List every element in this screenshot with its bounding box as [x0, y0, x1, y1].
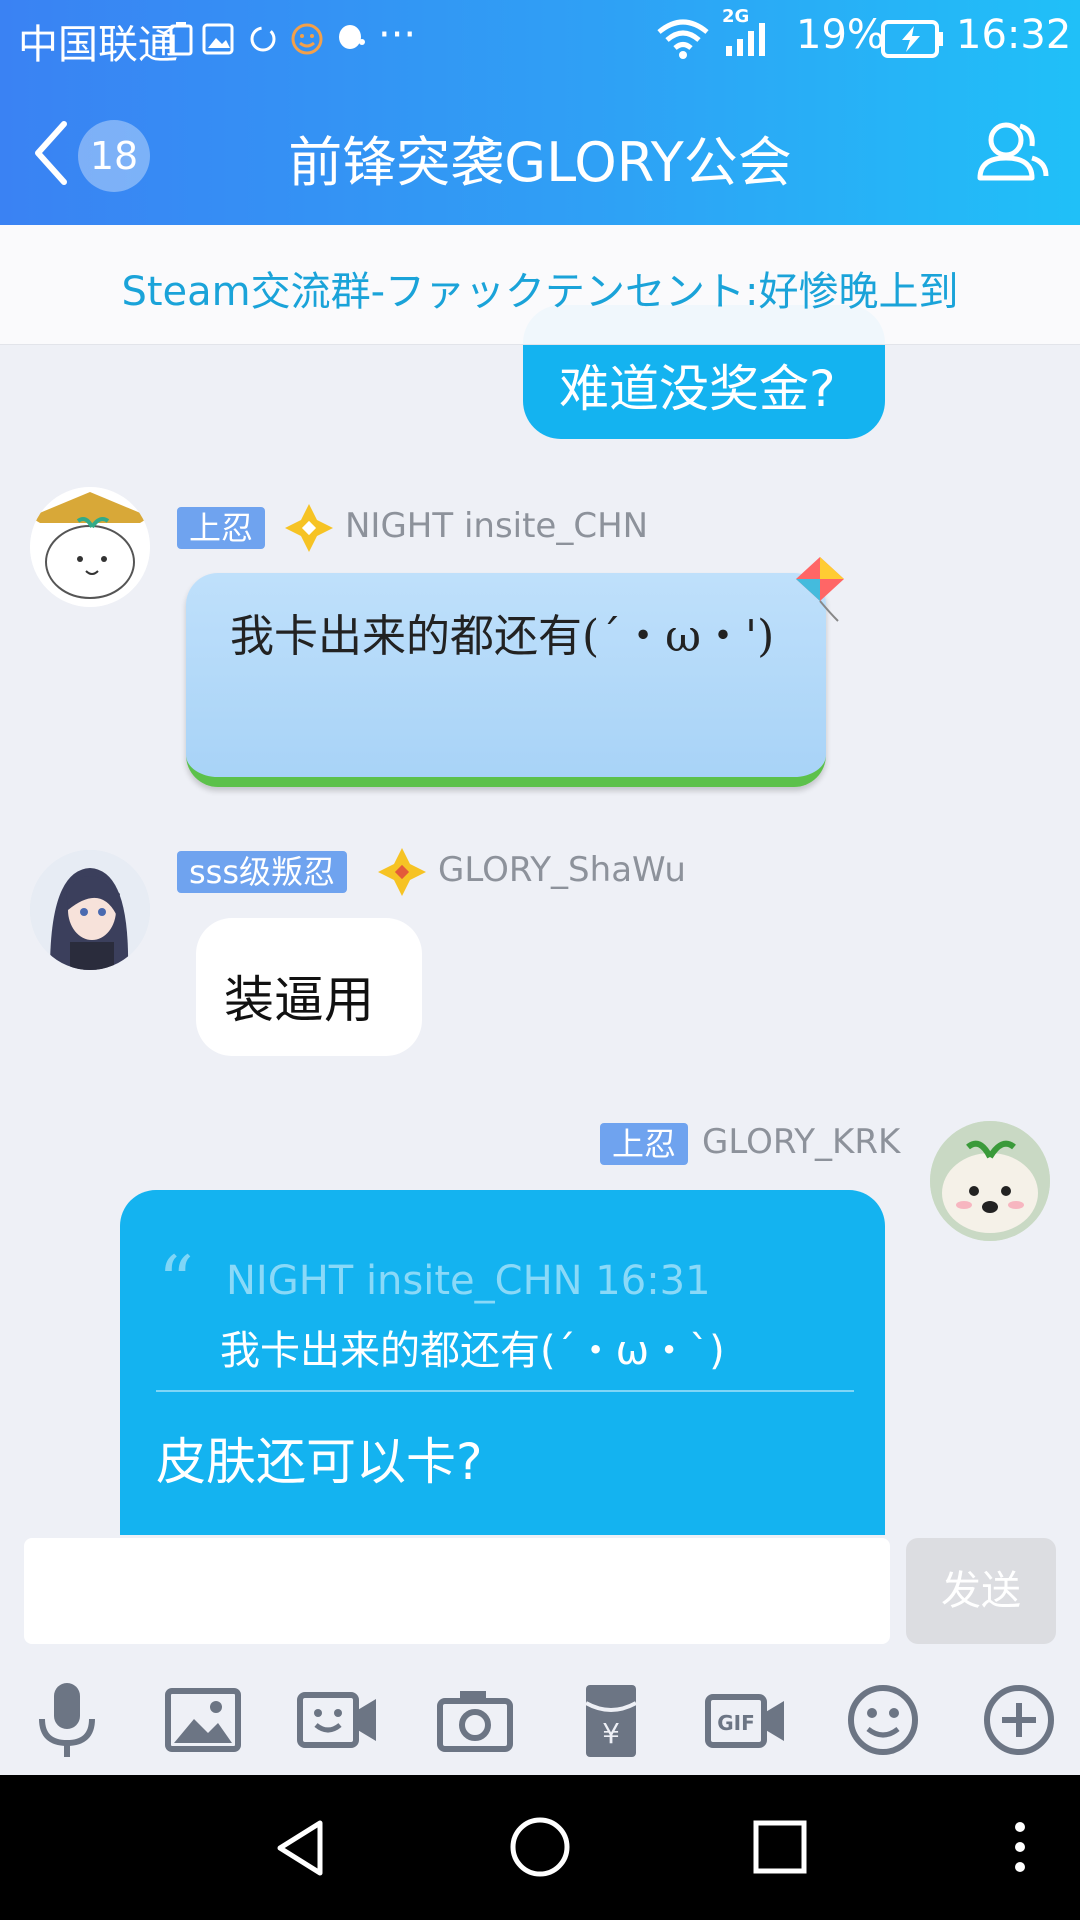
svg-text:¥: ¥ — [602, 1717, 620, 1750]
message-bubble[interactable]: 装逼用 — [196, 918, 422, 1056]
level-diamond-icon — [378, 848, 426, 896]
quote-divider — [156, 1390, 854, 1392]
notice-text: Steam交流群-ファックテンセント:好惨晚上到 — [121, 269, 959, 315]
nav-menu-icon[interactable] — [1010, 1817, 1030, 1877]
svg-text:GIF: GIF — [717, 1711, 755, 1735]
avatar[interactable] — [30, 850, 150, 970]
sender-name[interactable]: GLORY_ShaWu — [438, 850, 686, 890]
system-navigation-bar — [0, 1775, 1080, 1920]
chat-area[interactable]: 难道没奖金? 上忍 NIGHT insite_CHN 我卡出来的都还有(´・ω・… — [0, 225, 1080, 1535]
send-button[interactable]: 发送 — [906, 1538, 1056, 1644]
quote-author: NIGHT insite_CHN 16:31 — [226, 1258, 711, 1304]
sender-name[interactable]: GLORY_KRK — [702, 1122, 900, 1162]
message-bubble[interactable]: 我卡出来的都还有(´・ω・') — [186, 573, 826, 787]
message-text: 装逼用 — [224, 971, 374, 1029]
message-text: 我卡出来的都还有(´・ω・') — [230, 611, 775, 662]
carrier-label: 中国联通 — [18, 22, 178, 68]
message-input[interactable] — [24, 1538, 890, 1644]
quote-text: 我卡出来的都还有(´・ω・`) — [220, 1328, 725, 1374]
message-text: 难道没奖金? — [559, 360, 836, 418]
microphone-icon[interactable] — [22, 1675, 112, 1765]
member-title-tag: sss级叛忍 — [177, 851, 348, 893]
page-title: 前锋突袭GLORY公会 — [288, 131, 792, 194]
message-text: 皮肤还可以卡? — [156, 1433, 483, 1491]
qq-icon — [339, 25, 365, 49]
nav-recents-icon[interactable] — [750, 1817, 810, 1877]
avatar[interactable] — [930, 1121, 1050, 1241]
face-app-icon — [291, 23, 323, 55]
wifi-icon — [657, 19, 709, 59]
gallery-icon — [202, 23, 234, 55]
signal-icon — [726, 23, 765, 56]
group-members-icon[interactable] — [972, 112, 1052, 192]
plus-icon[interactable] — [974, 1675, 1064, 1765]
video-call-icon[interactable] — [294, 1675, 384, 1765]
message-bubble[interactable]: “ NIGHT insite_CHN 16:31 我卡出来的都还有(´・ω・`)… — [120, 1190, 885, 1535]
nav-back-icon[interactable] — [270, 1817, 330, 1879]
navbar: 18 前锋突袭GLORY公会 — [0, 80, 1080, 225]
status-bar: 中国联通 ··· 2G 19% 16:32 — [0, 0, 1080, 80]
battery-charging-icon — [881, 20, 943, 58]
level-diamond-icon — [285, 504, 333, 552]
quote-mark-icon: “ — [158, 1241, 194, 1323]
member-title-tag: 上忍 — [600, 1123, 689, 1165]
input-area: 发送 ¥ GIF — [0, 1535, 1080, 1775]
nav-home-icon[interactable] — [508, 1815, 572, 1879]
sync-icon — [250, 26, 276, 52]
avatar[interactable] — [30, 487, 150, 607]
clock: 16:32 — [956, 12, 1072, 58]
battery-percent: 19% — [796, 12, 885, 58]
sender-name[interactable]: NIGHT insite_CHN — [345, 506, 648, 546]
group-notice-bar[interactable]: Steam交流群-ファックテンセント:好惨晚上到 — [0, 225, 1080, 345]
image-icon[interactable] — [158, 1675, 248, 1765]
red-packet-icon[interactable]: ¥ — [566, 1675, 656, 1765]
member-title-tag: 上忍 — [177, 507, 266, 549]
kite-decoration-icon — [796, 557, 844, 622]
more-notifications-icon: ··· — [378, 12, 417, 58]
camera-icon[interactable] — [430, 1675, 520, 1765]
gif-icon[interactable]: GIF — [702, 1675, 792, 1765]
battery-saver-icon — [169, 22, 193, 56]
emoji-icon[interactable] — [838, 1675, 928, 1765]
